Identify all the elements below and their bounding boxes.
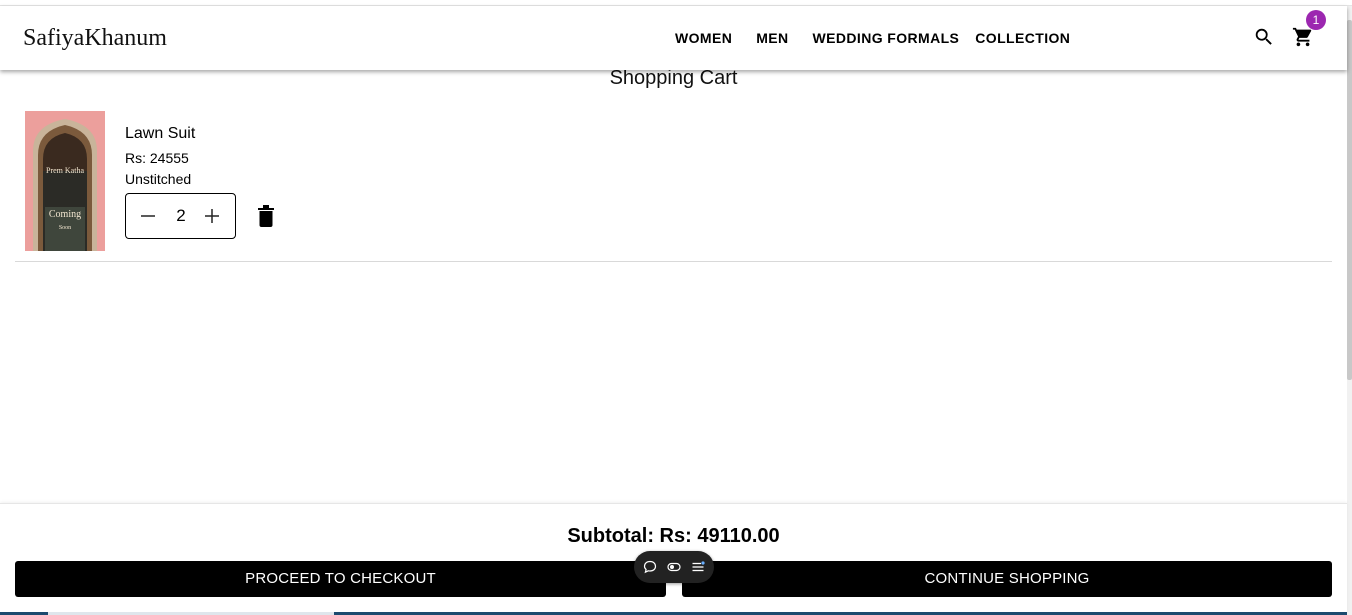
quantity-value: 2 xyxy=(176,206,186,225)
continue-shopping-button[interactable]: CONTINUE SHOPPING xyxy=(682,561,1332,597)
plus-icon[interactable] xyxy=(203,207,221,225)
cart-icon[interactable] xyxy=(1292,26,1314,48)
product-image-text-2: Coming xyxy=(49,209,81,220)
trash-icon[interactable] xyxy=(258,205,274,227)
subtotal-text: Subtotal: Rs: 49110.00 xyxy=(567,525,780,547)
cart-item-divider xyxy=(15,261,1332,262)
product-image-text-1: Prem Katha xyxy=(46,166,84,175)
floating-toolbar xyxy=(634,551,714,583)
product-name[interactable]: Lawn Suit xyxy=(125,125,195,143)
brand-logo[interactable]: SafiyaKhanum xyxy=(23,25,167,52)
toggle-icon[interactable] xyxy=(667,560,681,574)
proceed-to-checkout-button[interactable]: PROCEED TO CHECKOUT xyxy=(15,561,666,597)
minus-icon[interactable] xyxy=(139,207,157,225)
cart-count-badge: 1 xyxy=(1306,10,1326,30)
nav-item-men[interactable]: MEN xyxy=(756,30,788,46)
product-image-text-3: Soon xyxy=(59,225,71,231)
main-nav: WOMEN MEN WEDDING FORMALS COLLECTION xyxy=(675,30,1070,46)
scrollbar-thumb[interactable] xyxy=(1347,20,1352,380)
product-price: Rs: 24555 xyxy=(125,150,189,166)
product-variant: Unstitched xyxy=(125,171,192,187)
nav-item-wedding-formals[interactable]: WEDDING FORMALS xyxy=(813,30,960,46)
nav-item-women[interactable]: WOMEN xyxy=(675,30,732,46)
chat-icon[interactable] xyxy=(643,560,657,574)
nav-item-collection[interactable]: COLLECTION xyxy=(975,30,1070,46)
search-icon[interactable] xyxy=(1253,26,1275,48)
quantity-stepper: 2 xyxy=(125,193,236,239)
list-icon[interactable] xyxy=(691,560,705,574)
site-header: SafiyaKhanum WOMEN MEN WEDDING FORMALS C… xyxy=(0,6,1347,70)
product-image[interactable]: Prem Katha Coming Soon xyxy=(25,111,105,251)
page-title: Shopping Cart xyxy=(609,67,738,89)
